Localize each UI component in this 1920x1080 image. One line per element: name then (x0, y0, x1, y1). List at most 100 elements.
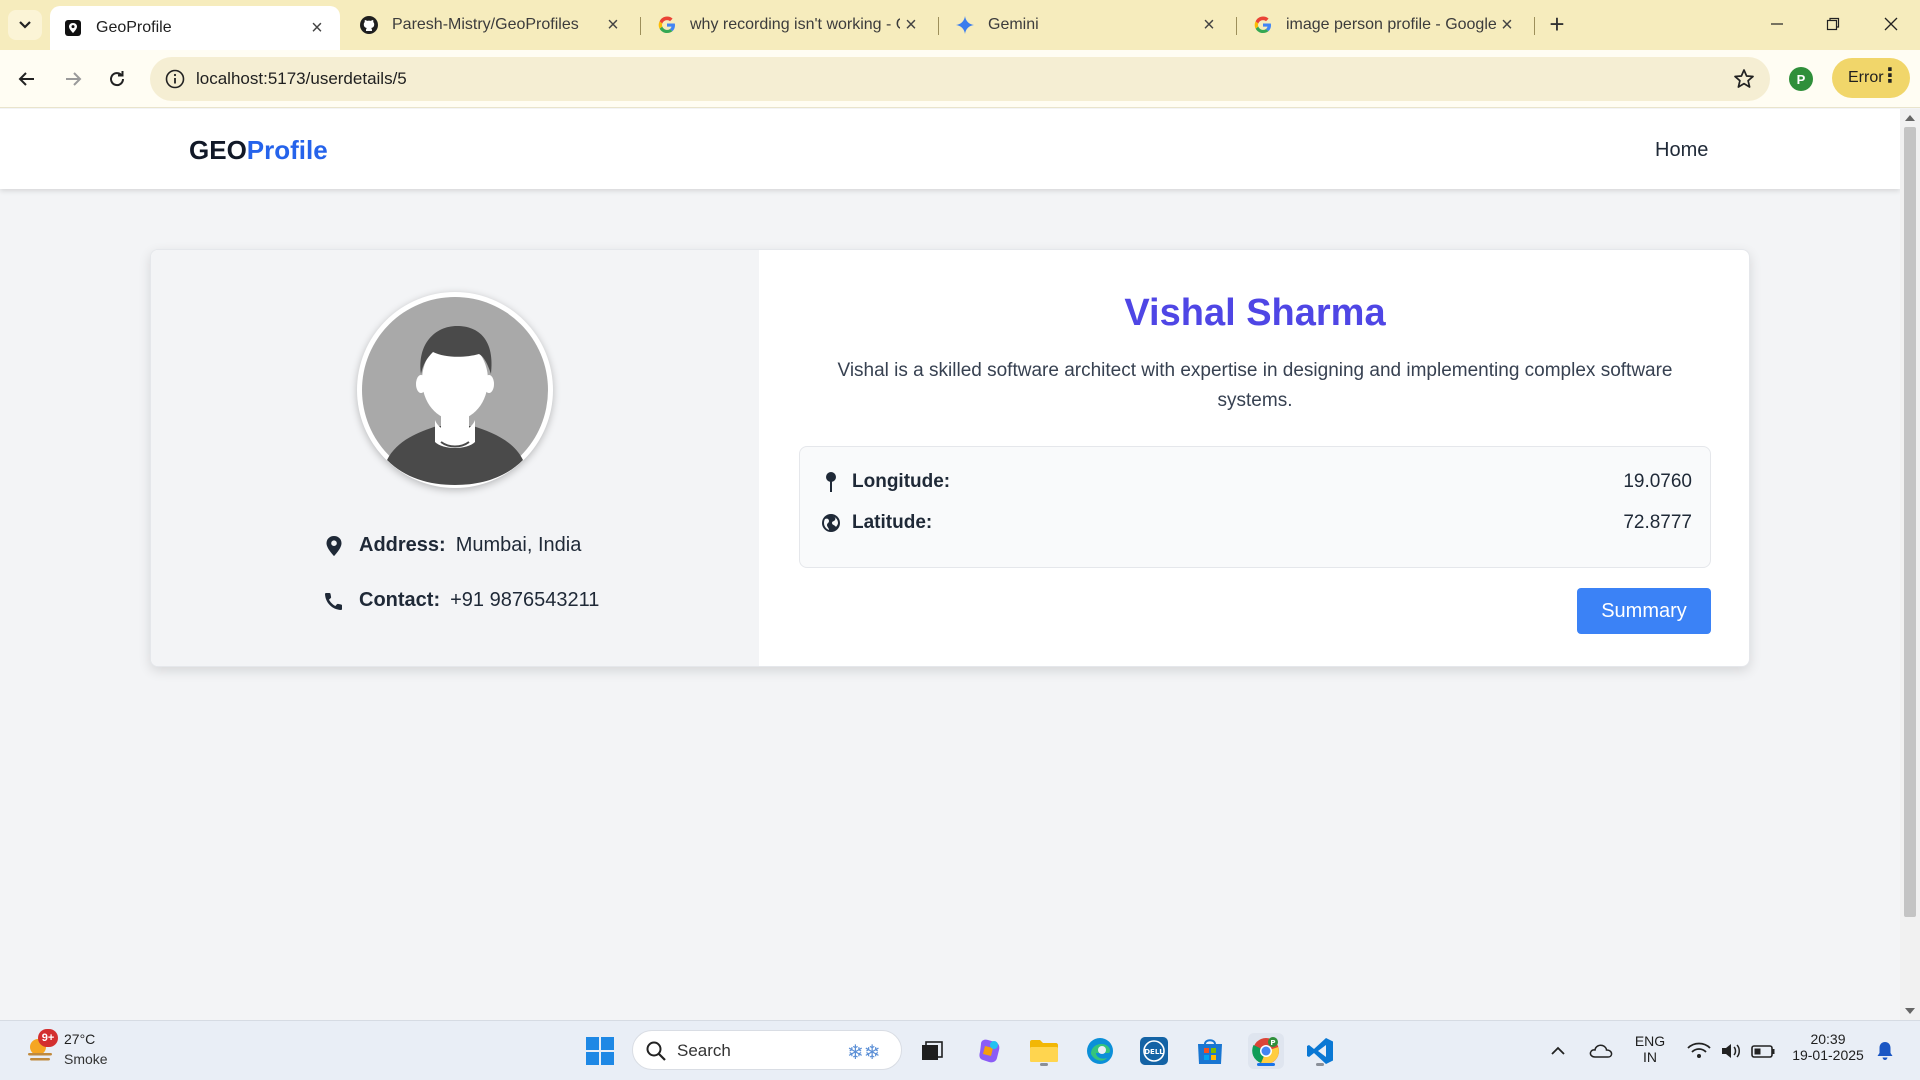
copilot-icon (979, 1039, 1000, 1063)
close-tab-icon[interactable]: × (1198, 14, 1220, 37)
error-menu-button[interactable]: Error ⋮ (1832, 58, 1910, 98)
minimize-button[interactable] (1752, 8, 1802, 40)
windows-taskbar: 9+ 27°C Smoke Search ❄❄ DELL P ENG IN 20… (0, 1020, 1920, 1080)
show-hidden-icons-button[interactable] (1544, 1033, 1572, 1069)
scroll-down-arrow-icon[interactable] (1905, 1008, 1915, 1014)
restore-button[interactable] (1808, 8, 1858, 40)
edge-button[interactable] (1082, 1033, 1118, 1069)
gemini-icon (954, 14, 976, 36)
reload-button[interactable] (100, 62, 134, 96)
close-tab-icon[interactable]: × (306, 17, 328, 40)
bell-icon (1877, 1042, 1893, 1060)
search-icon (646, 1041, 666, 1061)
summary-button[interactable]: Summary (1577, 588, 1711, 634)
longitude-label: Longitude: (852, 471, 951, 492)
clock-date: 19-01-2025 (1792, 1047, 1864, 1063)
weather-temperature: 27°C (64, 1031, 96, 1047)
user-description: Vishal is a skilled software architect w… (837, 360, 1673, 411)
folder-icon (1030, 1040, 1058, 1062)
scrollbar-thumb[interactable] (1904, 127, 1916, 917)
edge-browser-icon (1087, 1038, 1113, 1064)
tab-search-button[interactable] (8, 10, 42, 40)
store-bag-icon (1198, 1039, 1222, 1064)
brand-logo[interactable]: GEOProfile (189, 135, 328, 166)
start-button[interactable] (582, 1033, 618, 1069)
file-explorer-button[interactable] (1026, 1033, 1062, 1069)
tab-title: Paresh-Mistry/GeoProfiles (392, 16, 579, 33)
nav-home-link[interactable]: Home (1655, 139, 1708, 162)
language-code: ENG (1634, 1033, 1666, 1049)
contact-value: +91 9876543211 (450, 589, 600, 611)
quick-settings-button[interactable] (1684, 1033, 1784, 1069)
running-indicator (1316, 1063, 1324, 1066)
contact-row: Contact: +91 9876543211 (323, 589, 599, 612)
chrome-button[interactable]: P (1248, 1033, 1284, 1069)
tab-github[interactable]: Paresh-Mistry/GeoProfiles × (346, 8, 636, 42)
forward-arrow-icon (66, 72, 82, 86)
onedrive-button[interactable] (1586, 1033, 1616, 1069)
task-view-icon (922, 1041, 943, 1060)
close-tab-icon[interactable]: × (1496, 14, 1518, 37)
pin-icon (820, 471, 842, 493)
task-view-button[interactable] (914, 1033, 950, 1069)
google-icon (656, 14, 678, 36)
vscode-button[interactable] (1302, 1033, 1338, 1069)
close-tab-icon[interactable]: × (900, 14, 922, 37)
vscode-icon (1307, 1038, 1333, 1064)
search-label: Search (677, 1041, 731, 1060)
profile-panel: Address: Mumbai, India Contact: +91 9876… (151, 250, 759, 666)
address-bar[interactable]: localhost:5173/userdetails/5 (150, 57, 1770, 101)
chevron-down-icon (19, 21, 31, 29)
chrome-icon: P (1252, 1037, 1279, 1064)
map-marker-icon (323, 535, 345, 557)
microsoft-store-button[interactable] (1192, 1033, 1228, 1069)
chevron-up-icon (1551, 1046, 1565, 1055)
longitude-value: 19.0760 (1623, 471, 1692, 492)
language-indicator[interactable]: ENG IN (1630, 1033, 1670, 1065)
browser-profile-avatar[interactable]: P (1789, 67, 1813, 91)
site-info-icon[interactable] (164, 68, 186, 90)
close-tab-icon[interactable]: × (602, 14, 624, 37)
back-button[interactable] (10, 62, 44, 96)
latitude-value: 72.8777 (1623, 512, 1692, 533)
tab-title: GeoProfile (96, 19, 172, 36)
address-row: Address: Mumbai, India (323, 534, 581, 557)
svg-text:DELL: DELL (1144, 1048, 1164, 1056)
restore-icon (1826, 17, 1840, 31)
reload-icon (110, 71, 125, 87)
windows-logo-icon (586, 1037, 614, 1065)
copilot-button[interactable] (972, 1033, 1008, 1069)
phone-icon (323, 590, 345, 612)
tab-title: why recording isn't working - G (690, 16, 900, 33)
tab-google-recording[interactable]: why recording isn't working - G × (644, 8, 934, 42)
tab-geoprofile[interactable]: GeoProfile × (50, 6, 340, 50)
svg-text:❄❄: ❄❄ (847, 1040, 881, 1064)
forward-button[interactable] (56, 62, 90, 96)
address-value: Mumbai, India (455, 534, 582, 556)
dell-button[interactable]: DELL (1136, 1033, 1172, 1069)
cloud-icon (1589, 1044, 1613, 1058)
new-tab-button[interactable]: + (1542, 10, 1572, 40)
map-pin-icon (62, 17, 84, 39)
close-icon (1884, 17, 1898, 31)
region-code: IN (1643, 1049, 1657, 1065)
longitude-row: Longitude: 19.0760 (820, 467, 1692, 497)
github-icon (358, 14, 380, 36)
browser-toolbar: localhost:5173/userdetails/5 (0, 50, 1920, 108)
tab-gemini[interactable]: Gemini × (942, 8, 1232, 42)
bookmark-star-icon[interactable] (1732, 67, 1756, 91)
scroll-up-arrow-icon[interactable] (1905, 115, 1915, 121)
taskbar-search[interactable]: Search ❄❄ (632, 1030, 902, 1070)
url-text[interactable]: localhost:5173/userdetails/5 (196, 69, 407, 89)
kebab-menu-icon: ⋮ (1880, 65, 1900, 87)
error-label: Error (1848, 69, 1884, 86)
tab-title: Gemini (988, 16, 1039, 33)
browser-tab-strip: GeoProfile × Paresh-Mistry/GeoProfiles ×… (0, 0, 1920, 50)
close-window-button[interactable] (1866, 8, 1916, 40)
notifications-button[interactable] (1870, 1033, 1900, 1069)
person-placeholder-icon (362, 297, 548, 485)
page-scrollbar[interactable] (1900, 109, 1920, 1020)
clock[interactable]: 20:39 19-01-2025 (1778, 1031, 1878, 1063)
svg-text:P: P (1270, 1039, 1275, 1047)
tab-google-image[interactable]: image person profile - Google S × (1240, 8, 1530, 42)
